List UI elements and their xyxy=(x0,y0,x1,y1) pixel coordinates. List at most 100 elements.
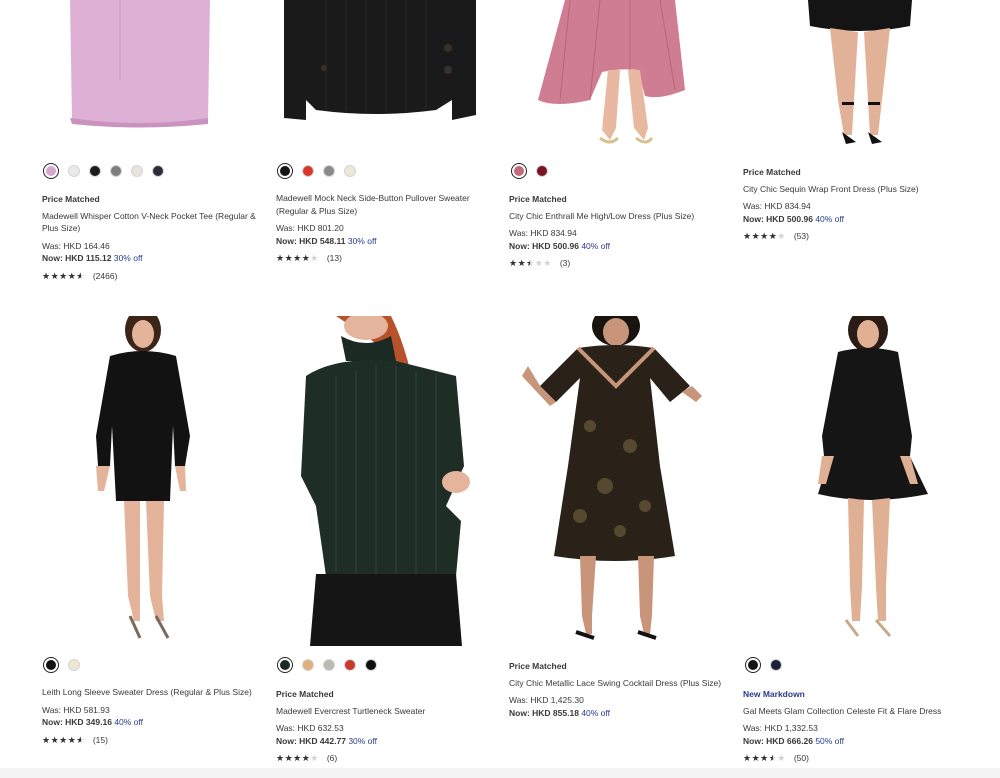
color-swatch[interactable] xyxy=(43,657,59,673)
product-name-link[interactable]: Madewell Mock Neck Side-Button Pullover … xyxy=(276,192,486,217)
color-swatch[interactable] xyxy=(131,165,143,177)
product-info: New Markdown Gal Meets Glam Collection C… xyxy=(743,688,958,765)
was-price: Was: HKD 801.20 xyxy=(276,223,344,233)
price-matched-badge: Price Matched xyxy=(509,661,567,671)
product-image[interactable] xyxy=(760,316,960,646)
color-swatch[interactable] xyxy=(365,659,377,671)
discount-label: 30% off xyxy=(347,235,377,246)
color-swatch[interactable] xyxy=(323,165,335,177)
product-name-link[interactable]: City Chic Sequin Wrap Front Dress (Plus … xyxy=(743,183,958,196)
review-count: (53) xyxy=(793,231,809,241)
price-matched-badge: Price Matched xyxy=(276,689,334,699)
discount-label: 40% off xyxy=(581,240,610,251)
color-swatch[interactable] xyxy=(68,659,80,671)
rating[interactable]: ★★★★★★★★★★ (6) xyxy=(276,752,486,765)
review-count: (15) xyxy=(92,734,108,745)
star-rating-icon: ★★★★★★★★★★ xyxy=(276,753,319,764)
now-price: Now: HKD 349.16 40% off xyxy=(42,717,143,727)
product-name-link[interactable]: Gal Meets Glam Collection Celeste Fit & … xyxy=(743,705,958,718)
product-image[interactable] xyxy=(510,0,720,148)
now-price: Now: HKD 442.77 30% off xyxy=(276,735,377,746)
price-matched-badge: Price Matched xyxy=(743,167,801,177)
product-info: Price Matched Madewell Evercrest Turtlen… xyxy=(276,688,486,765)
product-image[interactable] xyxy=(760,0,960,150)
was-price: Was: HKD 1,332.53 xyxy=(743,723,818,733)
review-count: (3) xyxy=(559,258,571,268)
color-swatch[interactable] xyxy=(323,659,335,671)
color-swatch[interactable] xyxy=(511,163,527,179)
now-price: Now: HKD 115.12 30% off xyxy=(42,253,143,263)
discount-label: 40% off xyxy=(581,707,610,718)
product-image[interactable] xyxy=(40,316,250,646)
star-rating-icon: ★★★★★★★★★★ xyxy=(42,270,85,281)
now-price: Now: HKD 666.26 50% off xyxy=(743,735,844,746)
was-price: Was: HKD 834.94 xyxy=(509,228,577,238)
star-rating-icon: ★★★★★★★★★★ xyxy=(743,753,786,764)
color-swatch[interactable] xyxy=(302,659,314,671)
color-swatch[interactable] xyxy=(745,657,761,673)
rating[interactable]: ★★★★★★★★★★ (3) xyxy=(509,257,719,270)
color-swatches xyxy=(277,657,377,673)
product-info: Price Matched City Chic Sequin Wrap Fron… xyxy=(743,166,958,243)
color-swatches xyxy=(511,163,548,179)
price-matched-badge: Price Matched xyxy=(509,194,567,204)
product-info: Leith Long Sleeve Sweater Dress (Regular… xyxy=(42,686,260,746)
price-matched-badge: Price Matched xyxy=(42,194,100,204)
star-rating-icon: ★★★★★★★★★★ xyxy=(509,258,552,269)
was-price: Was: HKD 834.94 xyxy=(743,201,811,211)
new-markdown-badge: New Markdown xyxy=(743,689,805,699)
rating[interactable]: ★★★★★★★★★★ (50) xyxy=(743,752,958,765)
color-swatches xyxy=(277,163,356,179)
product-name-link[interactable]: City Chic Enthrall Me High/Low Dress (Pl… xyxy=(509,210,719,223)
was-price: Was: HKD 1,425.30 xyxy=(509,695,584,705)
product-name-link[interactable]: Madewell Evercrest Turtleneck Sweater xyxy=(276,705,486,718)
color-swatch[interactable] xyxy=(302,165,314,177)
review-count: (50) xyxy=(793,753,809,763)
product-info: Price Matched City Chic Enthrall Me High… xyxy=(509,193,719,270)
discount-label: 30% off xyxy=(113,253,143,263)
was-price: Was: HKD 581.93 xyxy=(42,704,110,715)
color-swatch[interactable] xyxy=(110,165,122,177)
was-price: Was: HKD 632.53 xyxy=(276,723,344,733)
product-image[interactable] xyxy=(40,0,250,135)
review-count: (6) xyxy=(326,753,338,763)
product-image[interactable] xyxy=(276,0,486,140)
star-rating-icon: ★★★★★★★★★★ xyxy=(42,734,85,745)
discount-label: 40% off xyxy=(114,717,143,727)
color-swatches xyxy=(745,657,782,673)
product-name-link[interactable]: City Chic Metallic Lace Swing Cocktail D… xyxy=(509,677,729,690)
product-name-link[interactable]: Leith Long Sleeve Sweater Dress (Regular… xyxy=(42,686,260,699)
review-count: (2466) xyxy=(92,270,118,281)
color-swatch[interactable] xyxy=(536,165,548,177)
color-swatch[interactable] xyxy=(770,659,782,671)
now-price: Now: HKD 855.18 40% off xyxy=(509,707,610,718)
product-image[interactable] xyxy=(296,316,476,646)
color-swatch[interactable] xyxy=(68,165,80,177)
color-swatches xyxy=(43,163,164,179)
product-image[interactable] xyxy=(510,316,720,646)
star-rating-icon: ★★★★★★★★★★ xyxy=(276,253,319,264)
product-info: Price Matched Madewell Whisper Cotton V-… xyxy=(42,193,260,282)
rating[interactable]: ★★★★★★★★★★ (53) xyxy=(743,230,958,243)
color-swatch[interactable] xyxy=(277,657,293,673)
discount-label: 40% off xyxy=(815,213,844,224)
color-swatch[interactable] xyxy=(89,165,101,177)
was-price: Was: HKD 164.46 xyxy=(42,240,110,251)
product-info: Price Matched City Chic Metallic Lace Sw… xyxy=(509,660,729,719)
rating[interactable]: ★★★★★★★★★★ (13) xyxy=(276,252,486,265)
rating[interactable]: ★★★★★★★★★★ (15) xyxy=(42,734,260,747)
color-swatch[interactable] xyxy=(344,165,356,177)
product-name-link[interactable]: Madewell Whisper Cotton V-Neck Pocket Te… xyxy=(42,210,260,235)
now-price: Now: HKD 500.96 40% off xyxy=(743,213,844,224)
color-swatch[interactable] xyxy=(152,165,164,177)
product-info: Madewell Mock Neck Side-Button Pullover … xyxy=(276,192,486,265)
review-count: (13) xyxy=(326,253,342,263)
color-swatch[interactable] xyxy=(344,659,356,671)
star-rating-icon: ★★★★★★★★★★ xyxy=(743,231,786,242)
discount-label: 30% off xyxy=(348,735,377,746)
rating[interactable]: ★★★★★★★★★★ (2466) xyxy=(42,270,260,283)
now-price: Now: HKD 548.11 30% off xyxy=(276,235,377,246)
color-swatch[interactable] xyxy=(277,163,293,179)
color-swatch[interactable] xyxy=(43,163,59,179)
discount-label: 50% off xyxy=(815,735,844,746)
